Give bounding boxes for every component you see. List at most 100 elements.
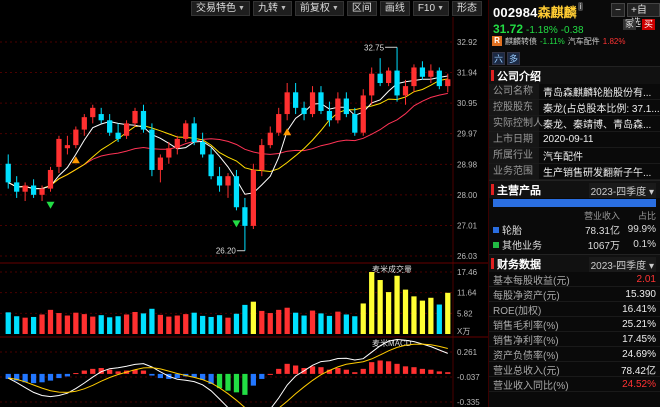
candle-body	[81, 117, 87, 130]
macd-bar	[81, 370, 87, 374]
volume-bar	[309, 310, 316, 334]
volume-bar	[326, 315, 333, 334]
volume-bar	[115, 316, 121, 334]
volume-axis-label: 17.46	[457, 268, 478, 277]
section-marker	[491, 70, 494, 81]
volume-bar	[140, 313, 147, 334]
macd-bar	[174, 373, 180, 379]
candle-body	[284, 92, 290, 115]
volume-bar	[47, 309, 54, 334]
candle-body	[250, 169, 256, 226]
product-name: 其他业务	[502, 241, 542, 252]
candle-body	[309, 92, 316, 115]
volume-bar	[419, 300, 426, 334]
company-info-row[interactable]: 业务范围 生产销售研发翻新子午...	[489, 164, 660, 180]
volume-bar	[445, 292, 451, 334]
volume-bar	[428, 297, 434, 334]
macd-bar	[352, 372, 358, 374]
finance-key: 销售毛利率(%)	[493, 320, 559, 332]
finance-key: 每股净资产(元)	[493, 290, 560, 302]
finance-row[interactable]: 每股净资产(元) 15.390	[489, 287, 660, 302]
macd-bar	[276, 368, 282, 374]
tag-dark[interactable]: 冢	[622, 19, 636, 30]
volume-bar	[5, 312, 11, 334]
add-watchlist-button[interactable]: +自选	[627, 3, 660, 29]
chart-canvas[interactable]: 32.92 31.94 30.95 29.97 28.98 28.00 27.01 26.03…	[0, 0, 488, 407]
finance-row[interactable]: 基本每股收益(元) 2.01	[489, 272, 660, 287]
finance-period-text: 2023-四季度	[590, 261, 647, 272]
price-axis-label: 27.01	[457, 222, 478, 231]
tab-multi[interactable]: 多	[507, 51, 520, 65]
panel-tabs: 六 多	[489, 50, 660, 66]
price-axis-label: 31.94	[457, 68, 478, 77]
finance-row[interactable]: 销售净利率(%) 17.45%	[489, 332, 660, 347]
company-info-key: 上市日期	[489, 132, 539, 147]
macd-bar	[233, 373, 240, 393]
finance-section-title[interactable]: 财务数据 2023-四季度 ▾	[489, 254, 660, 272]
company-info-table: 公司名称 青岛森麒麟轮胎股份有... 控股股东 秦龙(占总股本比例: 37.1... 实…	[489, 84, 660, 180]
macd-bar	[419, 368, 426, 374]
bond-name[interactable]: 麒麟转债	[505, 36, 537, 47]
candle-body	[318, 92, 324, 111]
product-period-select[interactable]: 2023-四季度 ▾	[588, 183, 656, 198]
volume-bar	[208, 316, 214, 334]
product-revenue: 1067万	[587, 241, 620, 252]
company-info-row[interactable]: 公司名称 青岛森麒麟轮胎股份有...	[489, 84, 660, 100]
volume-bar	[14, 316, 20, 334]
volume-bar	[267, 313, 273, 334]
finance-row[interactable]: ROE(加权) 16.41%	[489, 302, 660, 317]
candle-body	[47, 169, 54, 189]
finance-row[interactable]: 资产负债率(%) 24.69%	[489, 347, 660, 362]
candle-body	[419, 67, 426, 77]
product-row[interactable]: 其他业务 1067万 0.1%	[489, 237, 660, 252]
kline-chart-area[interactable]: 交易特色 ▼ 九转 ▼ 前复权 ▼ 区间 画线 F10 ▼ 形态 32.92 31.94 30.95 29…	[0, 0, 488, 407]
finance-key: 营业总收入(元)	[493, 365, 560, 377]
buy-signal-arrow-icon	[283, 128, 292, 136]
stock-info-panel: 002984森麒麟 i − +自选 31.72 -1.18% -0.38 冢 买 R …	[488, 0, 660, 407]
volume-bar	[335, 311, 341, 334]
finance-key: ROE(加权)	[493, 305, 542, 317]
volume-bar	[191, 312, 197, 334]
macd-bar	[335, 368, 341, 374]
buy-button[interactable]: 买	[641, 19, 655, 30]
candle-body	[208, 154, 214, 177]
high-price-label: 32.75	[364, 43, 385, 52]
company-info-row[interactable]: 上市日期 2020-09-11	[489, 132, 660, 148]
price-axis-label: 26.03	[457, 252, 478, 261]
volume-bar	[22, 317, 28, 334]
volume-bar	[284, 307, 290, 334]
company-info-row[interactable]: 实际控制人 秦龙、秦靖博、青岛森...	[489, 116, 660, 132]
candle-body	[293, 92, 299, 108]
macd-bar	[428, 369, 434, 374]
volume-bar	[157, 314, 163, 334]
finance-row[interactable]: 营业总收入(元) 78.42亿	[489, 362, 660, 377]
candle-body	[174, 138, 180, 149]
price-axis-label: 28.98	[457, 160, 478, 169]
candle-body	[335, 98, 341, 121]
finance-row[interactable]: 营业收入同比(%) 24.52%	[489, 377, 660, 392]
info-icon[interactable]: i	[577, 2, 584, 11]
finance-period-select[interactable]: 2023-四季度 ▾	[588, 257, 656, 272]
company-info-row[interactable]: 控股股东 秦龙(占总股本比例: 37.1...	[489, 100, 660, 116]
finance-key: 基本每股收益(元)	[493, 275, 570, 287]
macd-bar	[377, 360, 383, 374]
company-info-value: 青岛森麒麟轮胎股份有...	[543, 88, 652, 99]
macd-bar	[149, 373, 155, 376]
remove-button[interactable]: −	[611, 3, 625, 17]
macd-axis-label: 0.261	[457, 348, 478, 357]
volume-bar	[39, 314, 45, 334]
candle-body	[140, 110, 147, 130]
tab-six[interactable]: 六	[492, 51, 505, 65]
company-info-row[interactable]: 所属行业 汽车配件	[489, 148, 660, 164]
candle-body	[242, 207, 248, 226]
candle-body	[30, 185, 37, 195]
product-section-title[interactable]: 主营产品 2023-四季度 ▾	[489, 180, 660, 198]
sector-name[interactable]: 汽车配件	[568, 36, 600, 47]
finance-row[interactable]: 销售毛利率(%) 25.21%	[489, 317, 660, 332]
volume-bar	[250, 301, 256, 334]
company-section-title[interactable]: 公司介绍	[489, 66, 660, 84]
bond-r-icon: R	[492, 36, 502, 46]
company-info-key: 所属行业	[489, 148, 539, 163]
product-row[interactable]: 轮胎 78.31亿 99.9%	[489, 222, 660, 237]
candle-body	[22, 185, 28, 192]
